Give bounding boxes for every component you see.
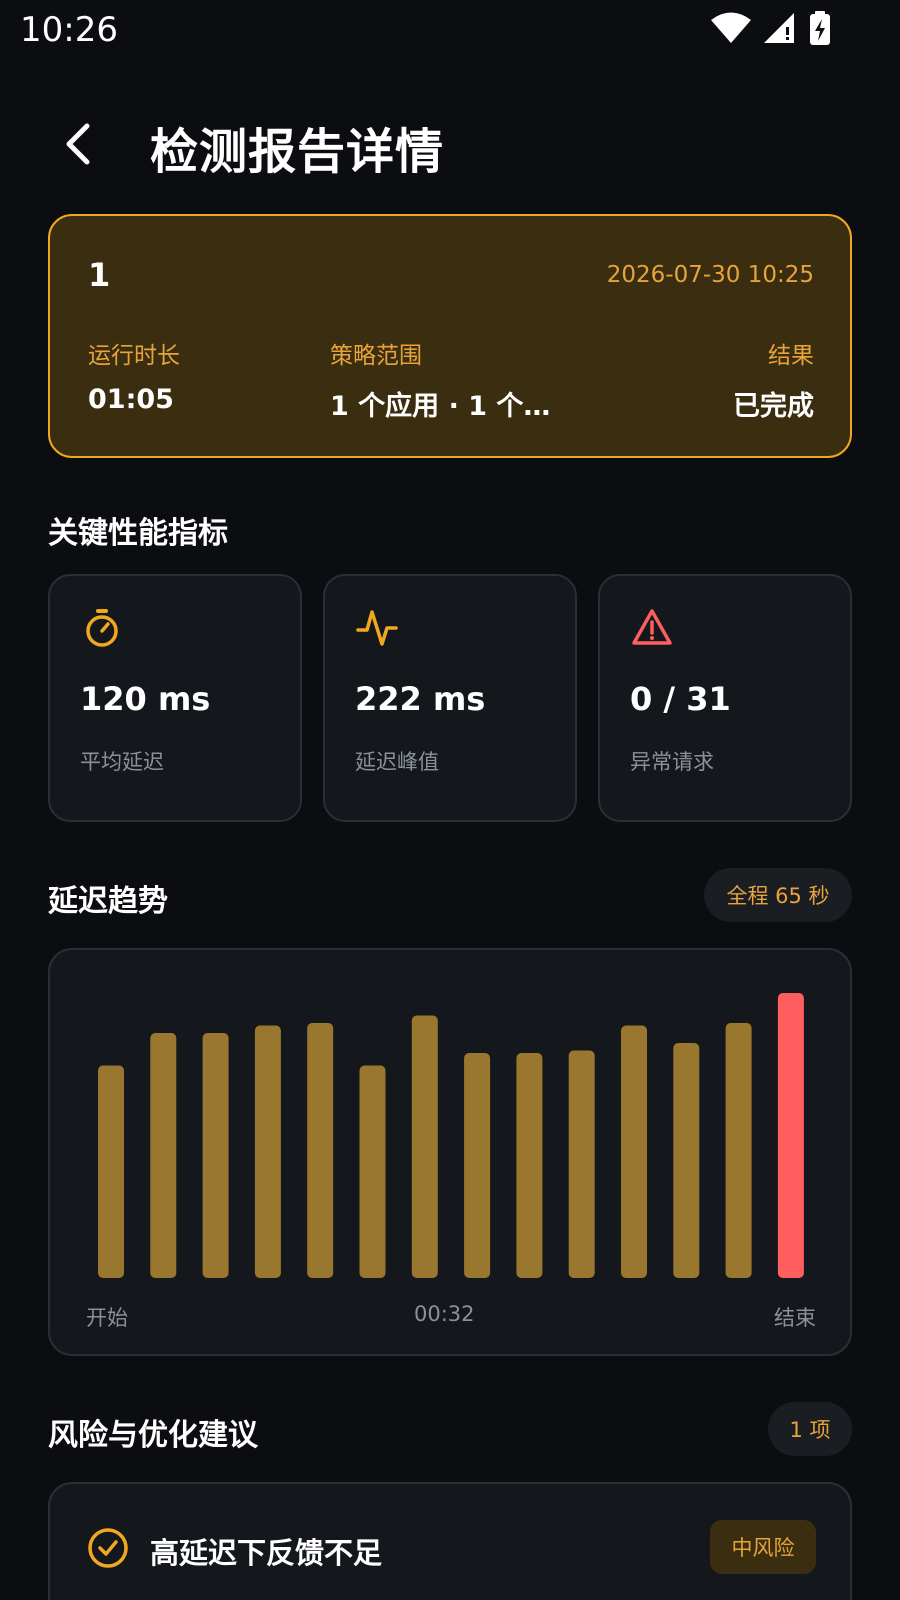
trend-section-title: 延迟趋势: [48, 884, 168, 919]
x-tick-label-mid: 00:32: [414, 1302, 475, 1326]
scope-field: 策略范围 1 个应用 · 1 个…: [330, 336, 560, 423]
latency-bar: [464, 1053, 491, 1278]
metric-value: 120 ms: [80, 680, 211, 718]
latency-bar: [307, 1023, 334, 1278]
metric-label: 延迟峰值: [355, 750, 439, 774]
latency-bar: [673, 1043, 700, 1278]
latency-bar: [98, 1065, 124, 1278]
latency-bar: [568, 1050, 595, 1278]
metrics-section-title: 关键性能指标: [48, 516, 228, 551]
report-datetime: 2026-07-30 10:25: [606, 262, 814, 288]
latency-bar: [359, 1065, 386, 1278]
duration-badge: 全程 65 秒: [704, 868, 852, 922]
latency-bar: [725, 1023, 752, 1278]
latency-bar: [150, 1033, 177, 1278]
summary-card: 1 2026-07-30 10:25 运行时长 01:05 策略范围 1 个应用…: [48, 214, 852, 458]
check-circle-icon: [88, 1528, 128, 1568]
duration-label: 运行时长: [88, 343, 180, 369]
risk-title: 高延迟下反馈不足: [150, 1536, 383, 1570]
status-bar: 10:26: [0, 0, 900, 60]
metric-card-abnormal-requests: 0 / 31 异常请求: [598, 574, 852, 822]
risk-item[interactable]: 高延迟下反馈不足 中风险: [48, 1482, 852, 1600]
pulse-icon: [356, 610, 398, 646]
risk-level-badge: 中风险: [710, 1520, 816, 1574]
duration-value: 01:05: [88, 384, 174, 415]
result-label: 结果: [768, 343, 814, 369]
latency-chart: 开始 00:32 结束: [48, 948, 852, 1356]
duration-field: 运行时长 01:05: [88, 336, 180, 415]
latency-bar: [621, 1025, 647, 1278]
status-time: 10:26: [20, 10, 118, 50]
metric-label: 异常请求: [630, 750, 714, 774]
risk-count-badge: 1 项: [768, 1402, 852, 1456]
metric-label: 平均延迟: [80, 750, 164, 774]
signal-icon: [764, 13, 794, 43]
latency-bar: [777, 993, 804, 1278]
result-field: 结果 已完成: [733, 336, 814, 423]
x-tick-label-start: 开始: [86, 1306, 128, 1330]
metric-card-peak-latency: 222 ms 延迟峰值: [323, 574, 577, 822]
warning-icon: [632, 609, 672, 645]
scope-value: 1 个应用 · 1 个…: [330, 391, 551, 422]
chevron-left-icon: [66, 123, 90, 165]
latency-bar: [254, 1025, 281, 1278]
status-icons: [710, 10, 832, 46]
metric-value: 0 / 31: [630, 680, 731, 718]
latency-bar-chart: [98, 993, 804, 1278]
risk-section-title: 风险与优化建议: [48, 1418, 258, 1453]
report-id: 1: [88, 256, 111, 294]
scope-label: 策略范围: [330, 343, 422, 369]
x-tick-label-end: 结束: [774, 1306, 816, 1330]
stopwatch-icon: [86, 609, 118, 647]
metric-value: 222 ms: [355, 680, 486, 718]
screen: 10:26 检测报告详情 1 2026-07-30 10:25 运行时长 01:…: [0, 0, 900, 1600]
latency-bar: [202, 1033, 229, 1278]
wifi-icon: [711, 12, 751, 43]
metric-card-avg-latency: 120 ms 平均延迟: [48, 574, 302, 822]
result-value: 已完成: [733, 391, 814, 422]
page-title: 检测报告详情: [150, 124, 445, 180]
back-button[interactable]: [50, 108, 106, 180]
latency-bar: [411, 1015, 438, 1278]
latency-bar: [516, 1053, 543, 1278]
battery-charging-icon: [810, 11, 830, 45]
